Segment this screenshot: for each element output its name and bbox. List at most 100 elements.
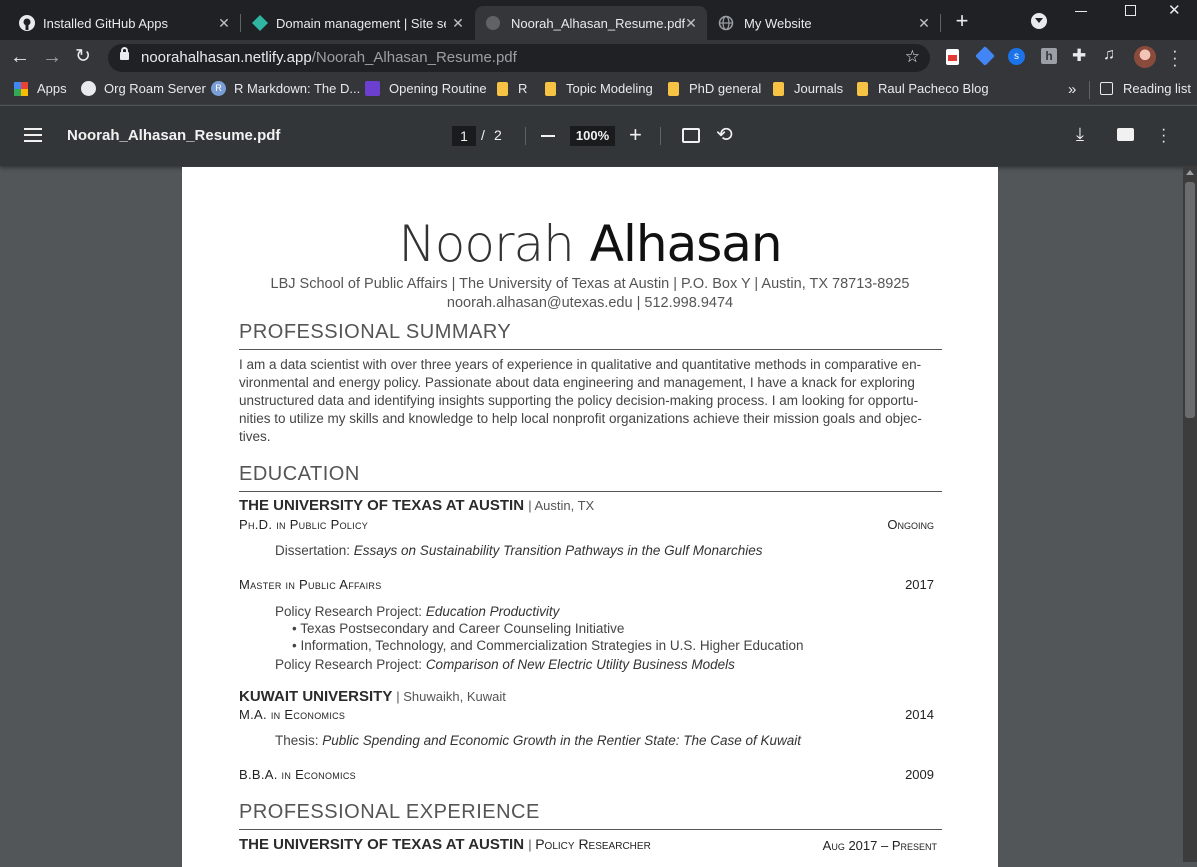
bookmark-apps[interactable]: Apps bbox=[14, 81, 67, 96]
close-icon[interactable]: ✕ bbox=[448, 13, 468, 33]
profile-avatar[interactable] bbox=[1134, 46, 1156, 68]
bookmark-raul-pacheco[interactable]: Raul Pacheco Blog bbox=[857, 81, 989, 96]
globe-icon bbox=[81, 81, 96, 96]
maximize-button[interactable] bbox=[1125, 5, 1136, 16]
forward-button[interactable]: → bbox=[42, 46, 64, 68]
bookmark-r[interactable]: R bbox=[497, 81, 527, 96]
print-icon[interactable] bbox=[1117, 128, 1134, 141]
institution-ku: KUWAIT UNIVERSITY | Shuwaikh, Kuwait bbox=[239, 688, 506, 705]
contact-address: LBJ School of Public Affairs | The Unive… bbox=[270, 276, 910, 292]
employer-name: THE UNIVERSITY OF TEXAS AT AUSTIN bbox=[239, 836, 525, 853]
minimize-button[interactable] bbox=[1075, 11, 1087, 12]
page-separator: / bbox=[481, 127, 485, 143]
summary-text: I am a data scientist with over three ye… bbox=[239, 356, 949, 446]
prp-title: Comparison of New Electric Utility Busin… bbox=[425, 657, 735, 672]
zoom-out-button[interactable] bbox=[541, 135, 555, 137]
reading-list-icon bbox=[1100, 82, 1113, 95]
tab-title: Noorah_Alhasan_Resume.pdf bbox=[511, 15, 686, 31]
bookmark-label: Org Roam Server bbox=[104, 81, 206, 96]
education-heading: EDUCATION bbox=[239, 463, 360, 485]
degree-ma-year: 2014 bbox=[905, 707, 934, 722]
extension-s-icon[interactable]: s bbox=[1008, 48, 1025, 65]
summary-line: I am a data scientist with over three ye… bbox=[239, 357, 922, 372]
r-icon: R bbox=[211, 81, 226, 96]
star-icon[interactable]: ☆ bbox=[905, 47, 920, 67]
address-bar[interactable]: noorahalhasan.netlify.app/Noorah_Alhasan… bbox=[108, 44, 930, 72]
thesis-label: Thesis: bbox=[275, 733, 323, 748]
pdf-toolbar: Noorah_Alhasan_Resume.pdf 1 / 2 100% + ⟲… bbox=[0, 106, 1197, 166]
bookmark-label: PhD general bbox=[689, 81, 762, 96]
lock-shackle bbox=[121, 47, 128, 54]
close-icon[interactable]: ✕ bbox=[914, 13, 934, 33]
bookmark-r-markdown[interactable]: R R Markdown: The D... bbox=[211, 81, 360, 96]
first-name: Noorah bbox=[398, 215, 574, 273]
bookmark-topic-modeling[interactable]: Topic Modeling bbox=[545, 81, 653, 96]
bookmark-label: Topic Modeling bbox=[566, 81, 653, 96]
extension-shield-icon[interactable] bbox=[975, 46, 995, 66]
experience-heading: PROFESSIONAL EXPERIENCE bbox=[239, 801, 540, 823]
folder-icon bbox=[668, 81, 679, 96]
dissertation-label: Dissertation: bbox=[275, 543, 354, 558]
page-number-input[interactable]: 1 bbox=[452, 126, 476, 146]
download-icon[interactable]: ⤓ bbox=[1076, 124, 1084, 145]
tab-strip: Installed GitHub Apps ✕ Domain managemen… bbox=[0, 0, 1197, 40]
bookmark-label: Journals bbox=[794, 81, 844, 96]
list-icon bbox=[365, 81, 380, 96]
url-path: /Noorah_Alhasan_Resume.pdf bbox=[311, 49, 517, 66]
scroll-up-arrow[interactable] bbox=[1186, 170, 1194, 175]
reload-button[interactable]: ↻ bbox=[75, 46, 97, 68]
folder-icon bbox=[545, 81, 556, 96]
degree-bba: B.B.A. in Economics bbox=[239, 767, 356, 782]
rotate-icon[interactable]: ⟲ bbox=[716, 122, 733, 147]
policy-research-project-1: Policy Research Project: Education Produ… bbox=[275, 604, 559, 619]
chevron-down-icon bbox=[1035, 18, 1043, 23]
job-title: Policy Researcher bbox=[535, 836, 651, 852]
bookmarks-bar: Apps Org Roam Server R R Markdown: The D… bbox=[0, 75, 1197, 105]
back-button[interactable]: ← bbox=[10, 46, 32, 68]
tab-resume-pdf[interactable]: Noorah_Alhasan_Resume.pdf ✕ bbox=[475, 6, 707, 40]
bookmark-phd-general[interactable]: PhD general bbox=[668, 81, 761, 96]
scrollbar[interactable] bbox=[1183, 166, 1197, 862]
prp-label: Policy Research Project: bbox=[275, 604, 426, 619]
list-item: • Information, Technology, and Commercia… bbox=[292, 638, 804, 653]
browser-toolbar: ← → ↻ noorahalhasan.netlify.app/Noorah_A… bbox=[0, 40, 1197, 75]
degree-phd: Ph.D. in Public Policy bbox=[239, 517, 369, 532]
tab-github-apps[interactable]: Installed GitHub Apps ✕ bbox=[8, 6, 240, 40]
degree-mpa: Master in Public Affairs bbox=[239, 577, 382, 592]
extension-h-icon[interactable]: h bbox=[1041, 48, 1057, 64]
extension-pdf-icon[interactable] bbox=[946, 49, 959, 65]
more-options-icon[interactable]: · · · bbox=[1161, 122, 1166, 150]
extensions-puzzle-icon[interactable]: ✚ bbox=[1072, 46, 1086, 66]
scrollbar-thumb[interactable] bbox=[1185, 182, 1195, 418]
media-control-icon[interactable]: ♫ bbox=[1103, 46, 1115, 64]
folder-icon bbox=[857, 81, 868, 96]
globe-icon bbox=[718, 15, 734, 31]
section-rule bbox=[239, 491, 942, 492]
fit-page-icon[interactable] bbox=[682, 128, 700, 143]
new-tab-button[interactable]: + bbox=[950, 9, 974, 33]
zoom-level-input[interactable]: 100% bbox=[570, 126, 615, 146]
reading-list-button[interactable]: Reading list bbox=[1100, 81, 1191, 96]
pdf-menu-icon[interactable] bbox=[24, 128, 42, 142]
more-bookmarks-chevron[interactable]: » bbox=[1068, 81, 1076, 98]
degree-bba-year: 2009 bbox=[905, 767, 934, 782]
bullet-text: Information, Technology, and Commerciali… bbox=[300, 638, 804, 653]
close-icon[interactable]: ✕ bbox=[681, 13, 701, 33]
close-window-button[interactable]: ✕ bbox=[1168, 1, 1181, 19]
apps-grid-icon bbox=[14, 81, 28, 96]
reading-list-label: Reading list bbox=[1123, 81, 1191, 96]
close-icon[interactable]: ✕ bbox=[214, 13, 234, 33]
tab-domain-management[interactable]: Domain management | Site sett ✕ bbox=[242, 6, 474, 40]
netlify-icon bbox=[252, 15, 268, 31]
zoom-in-button[interactable]: + bbox=[629, 124, 642, 146]
bookmark-org-roam[interactable]: Org Roam Server bbox=[81, 81, 206, 96]
last-name: Alhasan bbox=[589, 215, 783, 273]
bookmark-opening-routine[interactable]: Opening Routine bbox=[365, 81, 487, 96]
bookmark-journals[interactable]: Journals bbox=[773, 81, 843, 96]
policy-research-project-2: Policy Research Project: Comparison of N… bbox=[275, 657, 735, 672]
menu-kebab-icon[interactable]: · · · bbox=[1172, 42, 1178, 73]
tab-search-button[interactable] bbox=[1031, 13, 1047, 29]
institution-ut: THE UNIVERSITY OF TEXAS AT AUSTIN | Aust… bbox=[239, 497, 594, 514]
tab-my-website[interactable]: My Website ✕ bbox=[708, 6, 940, 40]
prp-label: Policy Research Project: bbox=[275, 657, 426, 672]
